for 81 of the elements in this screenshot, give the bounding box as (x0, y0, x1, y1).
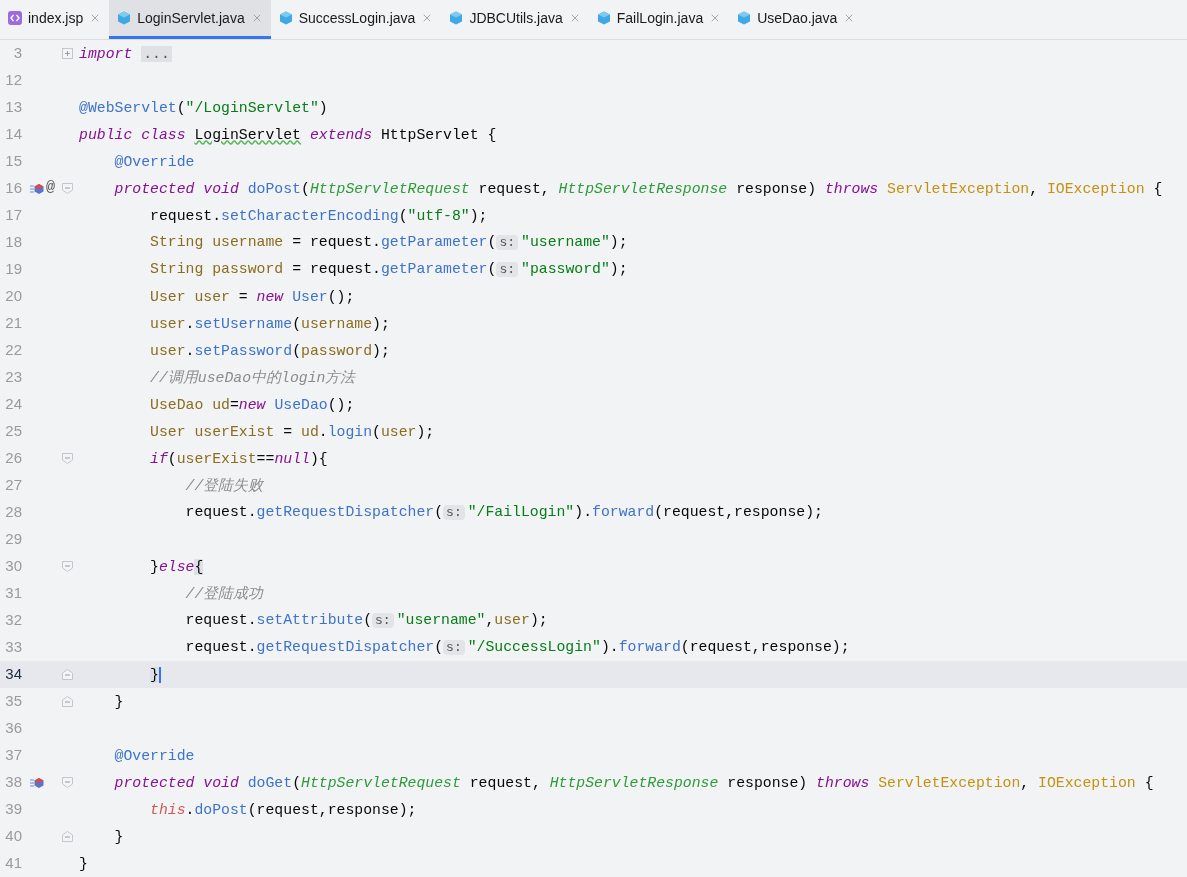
line-number: 16 (4, 178, 22, 199)
fold-end-icon[interactable] (62, 831, 73, 842)
line-number: 26 (4, 448, 22, 469)
line-number: 3 (12, 43, 22, 64)
code-line: request.setAttribute( s: "username",user); (184, 611, 548, 630)
line-number: 14 (4, 124, 22, 145)
line-number: 32 (4, 610, 22, 631)
code-line: protected void doPost(HttpServletRequest request, HttpServletResponse response) throws ServletException, IOException { (113, 179, 1163, 199)
code-line: UseDao ud=new UseDao(); (149, 395, 355, 415)
code-line: @WebServlet("/LoginServlet") (79, 98, 328, 118)
expand-fold-icon[interactable] (62, 48, 73, 59)
code-line: @Override (113, 746, 195, 766)
line-number: 22 (4, 340, 22, 361)
line-number: 29 (4, 529, 22, 550)
line-number: 21 (4, 313, 22, 334)
line-number: 35 (4, 691, 22, 712)
editor-tab[interactable]: index.jsp (0, 0, 110, 39)
code-line: } (113, 692, 124, 712)
editor-tab[interactable]: JDBCUtils.java (441, 0, 589, 39)
override-method-icon[interactable] (30, 182, 44, 195)
line-number: 12 (4, 70, 22, 91)
code-line: //登陆成功 (184, 584, 264, 604)
editor-tab[interactable]: UseDao.java (729, 0, 864, 39)
code-line: User userExist = ud.login(user); (149, 422, 435, 442)
code-line: //调用useDao中的login方法 (149, 368, 356, 388)
annotation-marker[interactable]: @ (46, 177, 55, 200)
editor-tab[interactable]: FailLogin.java (588, 0, 730, 39)
cube-icon (449, 11, 464, 25)
collapse-fold-icon[interactable] (62, 183, 73, 194)
cube-icon (737, 11, 752, 25)
line-number: 19 (4, 259, 22, 280)
collapse-fold-icon[interactable] (62, 453, 73, 464)
code-line: //登陆失败 (184, 476, 264, 496)
jsp-file-icon (8, 11, 22, 25)
line-number: 18 (4, 232, 22, 253)
collapse-fold-icon[interactable] (62, 561, 73, 572)
code-line: @Override (113, 152, 195, 172)
override-method-icon[interactable] (30, 776, 44, 789)
fold-end-icon[interactable] (62, 696, 73, 707)
code-line: User user = new User(); (149, 287, 355, 307)
line-number: 24 (4, 394, 22, 415)
line-number: 40 (4, 826, 22, 847)
code-line: String username = request.getParameter( s: "username"); (149, 233, 628, 252)
code-line: String password = request.getParameter( s: "password"); (149, 260, 628, 279)
line-number: 31 (4, 583, 22, 604)
code-line: request.getRequestDispatcher( s: "/SuccessLogin").forward(request,response); (184, 638, 850, 657)
line-number: 34 (4, 664, 22, 685)
editor-tab[interactable]: LoginServlet.java (109, 0, 271, 39)
editor-tab[interactable]: SuccessLogin.java (270, 0, 442, 39)
line-number: 39 (4, 799, 22, 820)
line-number: 13 (4, 97, 22, 118)
line-number: 20 (4, 286, 22, 307)
code-line: this.doPost(request,response); (149, 800, 417, 820)
code-line: protected void doGet(HttpServletRequest request, HttpServletResponse response) throws ServletException, IOException { (113, 773, 1154, 793)
code-line: } (79, 854, 88, 874)
code-line: if(userExist==null){ (149, 449, 328, 469)
code-line: request.setCharacterEncoding("utf-8"); (149, 206, 488, 226)
line-number: 28 (4, 502, 22, 523)
line-number: 33 (4, 637, 22, 658)
fold-end-icon[interactable] (62, 669, 73, 680)
line-number: 30 (4, 556, 22, 577)
code-line: user.setUsername(username); (149, 314, 390, 334)
line-number: 17 (4, 205, 22, 226)
code-line: } (113, 827, 124, 847)
line-number: 27 (4, 475, 22, 496)
line-number: 15 (4, 151, 22, 172)
code-line: request.getRequestDispatcher( s: "/FailLogin").forward(request,response); (184, 503, 823, 522)
code-line: import ... (79, 44, 172, 64)
collapse-fold-icon[interactable] (62, 777, 73, 788)
line-number: 38 (4, 772, 22, 793)
line-number: 41 (4, 853, 22, 874)
code-line: }else{ (149, 557, 204, 577)
code-line: user.setPassword(password); (149, 341, 390, 361)
cube-icon (117, 11, 132, 25)
line-number: 37 (4, 745, 22, 766)
line-number: 25 (4, 421, 22, 442)
cube-icon (596, 11, 611, 25)
cube-icon (278, 11, 293, 25)
line-number: 36 (4, 718, 22, 739)
line-number: 23 (4, 367, 22, 388)
code-line: public class LoginServlet extends HttpServlet { (79, 125, 497, 145)
